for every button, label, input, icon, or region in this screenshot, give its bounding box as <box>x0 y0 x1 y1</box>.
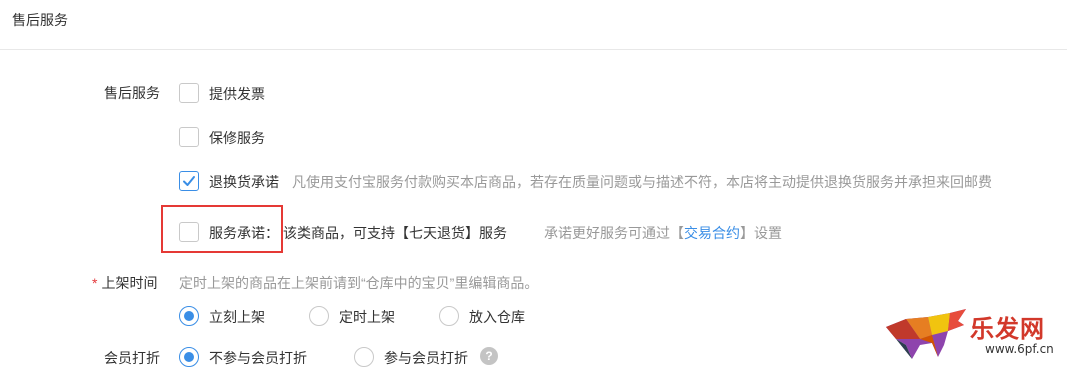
listing-scheduled-radio[interactable] <box>309 306 329 326</box>
warranty-checkbox[interactable] <box>179 127 199 147</box>
trade-contract-link[interactable]: 交易合约 <box>684 225 740 241</box>
checkmark-icon <box>183 176 195 186</box>
watermark: 乐发网 www.6pf.cn <box>878 305 1063 365</box>
return-promise-checkbox[interactable] <box>179 171 199 191</box>
bull-logo-icon <box>886 309 966 359</box>
invoice-option-label[interactable]: 提供发票 <box>209 84 265 104</box>
no-member-discount-label[interactable]: 不参与会员打折 <box>209 348 307 368</box>
section-title: 售后服务 <box>12 12 68 28</box>
highlight-box <box>161 205 283 253</box>
member-discount-radio[interactable] <box>354 347 374 367</box>
no-member-discount-radio[interactable] <box>179 347 199 367</box>
invoice-checkbox[interactable] <box>179 83 199 103</box>
required-mark: * <box>92 275 98 291</box>
warranty-option-label[interactable]: 保修服务 <box>209 128 265 148</box>
member-discount-label: 会员打折 <box>104 350 160 366</box>
listing-time-hint: 定时上架的商品在上架前请到“仓库中的宝贝”里编辑商品。 <box>179 275 539 291</box>
member-discount-option-label[interactable]: 参与会员打折 <box>384 348 468 368</box>
after-sales-label: 售后服务 <box>104 85 160 101</box>
service-promise-hint: 承诺更好服务可通过【交易合约】设置 <box>544 225 782 241</box>
watermark-text: 乐发网 <box>970 314 1045 343</box>
return-promise-hint: 凡使用支付宝服务付款购买本店商品，若存在质量问题或与描述不符，本店将主动提供退换… <box>292 174 992 190</box>
section-header: 售后服务 <box>0 0 1067 50</box>
listing-warehouse-radio[interactable] <box>439 306 459 326</box>
return-promise-option-label[interactable]: 退换货承诺 <box>209 172 279 192</box>
service-promise-desc: 该类商品，可支持【七天退货】服务 <box>283 225 507 241</box>
listing-now-label[interactable]: 立刻上架 <box>209 307 265 327</box>
listing-time-label: * 上架时间 <box>92 275 158 291</box>
help-icon[interactable]: ? <box>480 347 498 365</box>
listing-scheduled-label[interactable]: 定时上架 <box>339 307 395 327</box>
listing-warehouse-label[interactable]: 放入仓库 <box>469 307 525 327</box>
listing-now-radio[interactable] <box>179 306 199 326</box>
watermark-url: www.6pf.cn <box>985 342 1054 356</box>
